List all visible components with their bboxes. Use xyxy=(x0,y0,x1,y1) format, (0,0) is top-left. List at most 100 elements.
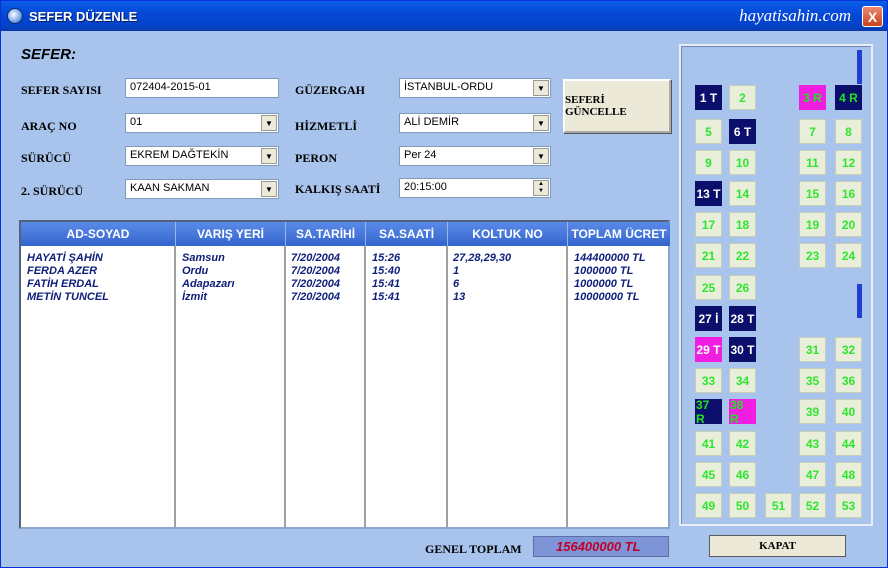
surucu2-select[interactable]: KAAN SAKMAN ▼ xyxy=(125,179,279,199)
cell-varis-yeri: Samsun xyxy=(182,252,225,264)
seat-button[interactable]: 47 xyxy=(799,462,826,487)
seat-button[interactable]: 9 xyxy=(695,150,722,175)
seat-button[interactable]: 28 T xyxy=(729,306,756,331)
cell-koltuk-no: 13 xyxy=(453,291,466,303)
cell-sa-saati: 15:40 xyxy=(372,265,401,277)
seat-button[interactable]: 37 R xyxy=(695,398,722,426)
hizmetli-select[interactable]: ALİ DEMİR ▼ xyxy=(399,113,551,133)
seat-button[interactable]: 15 xyxy=(799,181,826,206)
seat-button[interactable]: 3 R xyxy=(799,85,826,110)
seat-button[interactable]: 13 T xyxy=(695,181,722,206)
seat-button[interactable]: 40 xyxy=(835,399,862,424)
col-divider xyxy=(284,246,286,527)
guzergah-value: İSTANBUL-ORDU xyxy=(404,81,494,93)
cell-koltuk-no: 27,28,29,30 xyxy=(453,252,512,264)
hizmetli-value: ALİ DEMİR xyxy=(404,116,460,128)
seat-button[interactable]: 46 xyxy=(729,462,756,487)
seat-button[interactable]: 24 xyxy=(835,243,862,268)
seat-button[interactable]: 41 xyxy=(695,431,722,456)
chevron-down-icon[interactable]: ▼ xyxy=(533,115,549,131)
seat-button[interactable]: 26 xyxy=(729,275,756,300)
col-divider xyxy=(566,246,568,527)
seat-button[interactable]: 25 xyxy=(695,275,722,300)
col-header-sa-tarihi[interactable]: SA.TARİHİ xyxy=(286,222,366,246)
seat-button[interactable]: 50 xyxy=(729,493,756,518)
seat-button[interactable]: 30 T xyxy=(729,337,756,362)
seat-button[interactable]: 45 xyxy=(695,462,722,487)
seat-button[interactable]: 19 xyxy=(799,212,826,237)
seat-button[interactable]: 42 xyxy=(729,431,756,456)
cell-varis-yeri: Adapazarı xyxy=(182,278,235,290)
guzergah-select[interactable]: İSTANBUL-ORDU ▼ xyxy=(399,78,551,98)
seat-button[interactable]: 49 xyxy=(695,493,722,518)
seat-button[interactable]: 39 xyxy=(799,399,826,424)
seat-button[interactable]: 38 R xyxy=(729,398,756,426)
seat-button[interactable]: 2 xyxy=(729,85,756,110)
cell-koltuk-no: 6 xyxy=(453,278,460,290)
peron-value: Per 24 xyxy=(404,149,437,161)
seat-button[interactable]: 4 R xyxy=(835,85,862,110)
seat-button[interactable]: 8 xyxy=(835,119,862,144)
seat-button[interactable]: 6 T xyxy=(729,119,756,144)
time-spinner-icon[interactable]: ▲ ▼ xyxy=(533,180,549,196)
sefer-duzenle-window: SEFER DÜZENLE hayatisahin.com X SEFER: S… xyxy=(0,0,888,568)
guzergah-label: GÜZERGAH xyxy=(295,83,366,97)
seat-button[interactable]: 52 xyxy=(799,493,826,518)
cell-varis-yeri: İzmit xyxy=(182,291,208,303)
seat-button[interactable]: 5 xyxy=(695,119,722,144)
kalkis-saati-field[interactable]: 20:15:00 ▲ ▼ xyxy=(399,178,551,198)
surucu-select[interactable]: EKREM DAĞTEKİN ▼ xyxy=(125,146,279,166)
seat-button[interactable]: 34 xyxy=(729,368,756,393)
seat-button[interactable]: 27 İ xyxy=(695,306,722,331)
seat-button[interactable]: 53 xyxy=(835,493,862,518)
seat-button[interactable]: 29 T xyxy=(695,337,722,362)
peron-label: PERON xyxy=(295,151,337,165)
chevron-down-icon[interactable]: ▼ xyxy=(261,148,277,164)
seat-button[interactable]: 22 xyxy=(729,243,756,268)
seat-button[interactable]: 20 xyxy=(835,212,862,237)
cell-sa-saati: 15:26 xyxy=(372,252,401,264)
col-header-koltuk-no[interactable]: KOLTUK NO xyxy=(448,222,568,246)
seat-button[interactable]: 43 xyxy=(799,431,826,456)
seat-button[interactable]: 51 xyxy=(765,493,792,518)
seat-button[interactable]: 11 xyxy=(799,150,826,175)
seat-button[interactable]: 1 T xyxy=(695,85,722,110)
seat-button[interactable]: 35 xyxy=(799,368,826,393)
seat-button[interactable]: 12 xyxy=(835,150,862,175)
seat-button[interactable]: 33 xyxy=(695,368,722,393)
col-header-toplam-ucret[interactable]: TOPLAM ÜCRET xyxy=(568,222,670,246)
col-header-sa-saati[interactable]: SA.SAATİ xyxy=(366,222,448,246)
col-header-varis-yeri[interactable]: VARIŞ YERİ xyxy=(176,222,286,246)
seferi-guncelle-button[interactable]: SEFERİ GÜNCELLE xyxy=(563,79,671,133)
seat-button[interactable]: 48 xyxy=(835,462,862,487)
seat-button[interactable]: 32 xyxy=(835,337,862,362)
chevron-down-icon[interactable]: ▼ xyxy=(533,80,549,96)
chevron-down-icon[interactable]: ▼ xyxy=(261,115,277,131)
seat-button[interactable]: 36 xyxy=(835,368,862,393)
cell-ad-soyad: HAYATİ ŞAHİN xyxy=(27,252,103,264)
hizmetli-label: HİZMETLİ xyxy=(295,119,358,133)
seat-button[interactable]: 21 xyxy=(695,243,722,268)
seat-button[interactable]: 14 xyxy=(729,181,756,206)
col-header-ad-soyad[interactable]: AD-SOYAD xyxy=(21,222,176,246)
kapat-button[interactable]: KAPAT xyxy=(709,535,846,557)
genel-toplam-value: 156400000 TL xyxy=(533,536,669,557)
middle-door-marker xyxy=(857,284,862,318)
seat-button[interactable]: 23 xyxy=(799,243,826,268)
window-close-button[interactable]: X xyxy=(862,6,883,27)
sefer-sayisi-field[interactable]: 072404-2015-01 xyxy=(125,78,279,98)
seat-button[interactable]: 31 xyxy=(799,337,826,362)
seat-button[interactable]: 10 xyxy=(729,150,756,175)
chevron-down-icon[interactable]: ▼ xyxy=(261,181,277,197)
peron-select[interactable]: Per 24 ▼ xyxy=(399,146,551,166)
chevron-down-icon[interactable]: ▼ xyxy=(533,148,549,164)
seat-button[interactable]: 16 xyxy=(835,181,862,206)
arac-no-select[interactable]: 01 ▼ xyxy=(125,113,279,133)
seat-button[interactable]: 17 xyxy=(695,212,722,237)
cell-toplam-ucret: 144400000 TL xyxy=(574,252,646,264)
seat-button[interactable]: 44 xyxy=(835,431,862,456)
cell-sa-saati: 15:41 xyxy=(372,278,401,290)
seat-button[interactable]: 18 xyxy=(729,212,756,237)
cell-sa-saati: 15:41 xyxy=(372,291,401,303)
seat-button[interactable]: 7 xyxy=(799,119,826,144)
